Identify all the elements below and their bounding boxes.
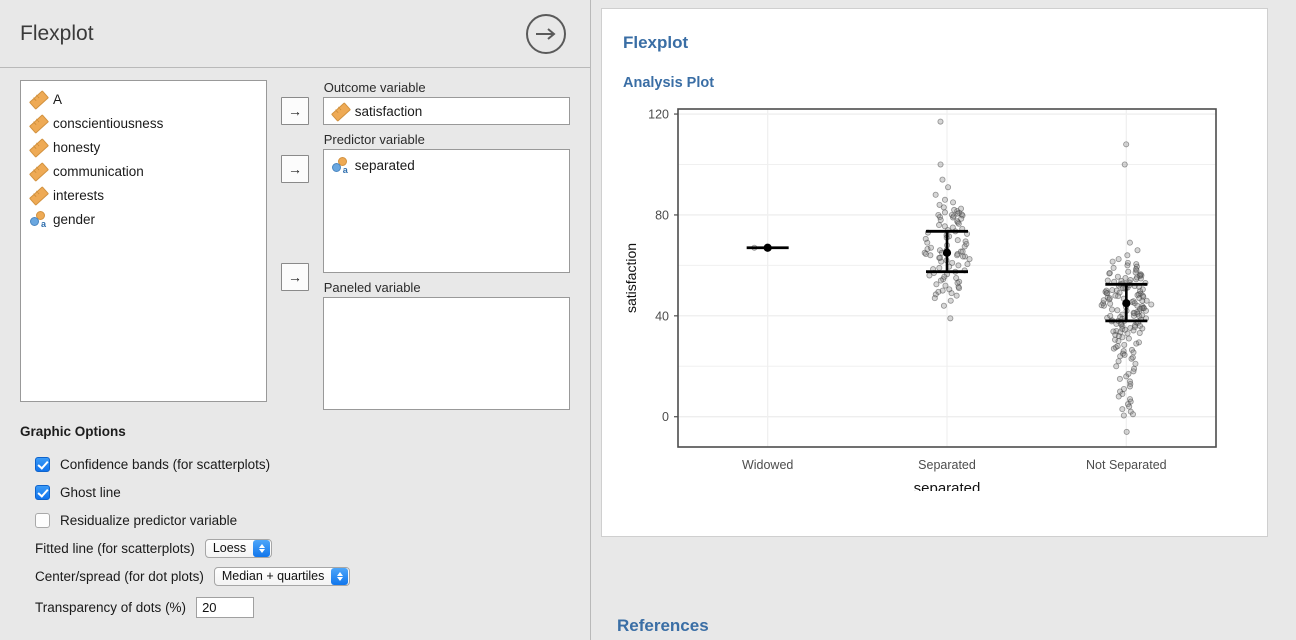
checkbox-label: Ghost line — [60, 484, 121, 500]
fitted-line-label: Fitted line (for scatterplots) — [35, 540, 195, 556]
predictor-variable-box[interactable]: a separated — [322, 149, 570, 273]
continuous-ruler-icon — [30, 139, 46, 155]
chevron-updown-icon[interactable] — [253, 539, 271, 557]
svg-text:satisfaction: satisfaction — [623, 243, 639, 313]
analysis-plot: 0 40 80 120 Widowed Separated Not Separated sep… — [620, 101, 1240, 491]
nominal-icon: a — [331, 157, 348, 175]
svg-text:80: 80 — [655, 208, 669, 222]
svg-text:Widowed: Widowed — [742, 458, 793, 472]
center-spread-select[interactable]: Median + quartiles — [213, 566, 351, 586]
results-card: Flexplot Analysis Plot 0 40 80 120 Widowed Se… — [601, 8, 1268, 537]
option-transparency: Transparency of dots (%) 20 — [20, 593, 570, 621]
list-item[interactable]: a gender — [21, 207, 266, 231]
assign-paneled-button[interactable]: → — [281, 263, 309, 291]
list-item[interactable]: honesty — [21, 135, 266, 159]
references-title: References — [617, 616, 709, 635]
chevron-updown-icon[interactable] — [331, 567, 349, 585]
list-item[interactable]: communication — [21, 159, 266, 183]
analysis-plot-title: Analysis Plot — [623, 75, 715, 91]
target-fields-column: Outcome variable satisfaction Predictor … — [322, 80, 570, 410]
page-title: Flexplot — [20, 21, 94, 45]
transparency-label: Transparency of dots (%) — [35, 599, 187, 615]
list-item-label: communication — [53, 163, 144, 179]
checkbox-ghost-line[interactable] — [35, 484, 50, 500]
assign-outcome-button[interactable]: → — [281, 97, 309, 125]
list-item-label: satisfaction — [354, 103, 423, 119]
select-value: Median + quartiles — [221, 569, 325, 583]
paneled-variable-box[interactable] — [322, 297, 570, 410]
option-residualize-predictor[interactable]: Residualize predictor variable — [20, 506, 570, 534]
continuous-ruler-icon — [332, 103, 348, 119]
svg-text:Not Separated: Not Separated — [1086, 458, 1167, 472]
flexplot-app: Flexplot A conscientiousness honesty com… — [0, 0, 1296, 640]
svg-text:separated: separated — [914, 480, 981, 491]
svg-text:40: 40 — [655, 309, 669, 323]
nominal-icon: a — [30, 211, 46, 229]
select-value: Loess — [212, 541, 247, 555]
center-spread-label: Center/spread (for dot plots) — [35, 568, 204, 584]
svg-text:0: 0 — [662, 410, 669, 424]
options-panel: Flexplot A conscientiousness honesty com… — [0, 0, 591, 640]
continuous-ruler-icon — [30, 115, 46, 131]
arrow-right-circle-icon[interactable] — [526, 14, 566, 54]
transparency-input[interactable]: 20 — [196, 596, 255, 618]
svg-text:120: 120 — [648, 108, 669, 122]
assign-buttons-column: → → → — [267, 80, 322, 410]
variable-assignment-row: A conscientiousness honesty communicatio… — [20, 80, 570, 410]
outcome-variable-box[interactable]: satisfaction — [322, 97, 570, 125]
list-item-label: conscientiousness — [53, 115, 164, 131]
assign-predictor-button[interactable]: → — [281, 155, 309, 183]
option-center-spread: Center/spread (for dot plots) Median + q… — [20, 562, 570, 590]
continuous-ruler-icon — [30, 91, 46, 107]
option-confidence-bands[interactable]: Confidence bands (for scatterplots) — [20, 450, 570, 478]
checkbox-residualize-predictor[interactable] — [35, 512, 50, 528]
predictor-variable-label: Predictor variable — [323, 132, 425, 147]
continuous-ruler-icon — [30, 163, 46, 179]
continuous-ruler-icon — [30, 187, 46, 203]
results-title: Flexplot — [623, 33, 689, 52]
checkbox-label: Confidence bands (for scatterplots) — [60, 456, 271, 472]
variable-list[interactable]: A conscientiousness honesty communicatio… — [20, 80, 268, 402]
graphic-options-title: Graphic Options — [20, 424, 126, 439]
fitted-line-select[interactable]: Loess — [204, 538, 273, 558]
option-fitted-line: Fitted line (for scatterplots) Loess — [20, 534, 570, 562]
analysis-plot-svg: 0 40 80 120 Widowed Separated Not Separated sep… — [623, 108, 1217, 491]
svg-text:Separated: Separated — [918, 458, 976, 472]
list-item-label: honesty — [53, 139, 101, 155]
checkbox-label: Residualize predictor variable — [60, 512, 238, 528]
results-panel: Flexplot Analysis Plot 0 40 80 120 Widowed Se… — [591, 0, 1296, 640]
panel-body: A conscientiousness honesty communicatio… — [0, 68, 590, 621]
list-item[interactable]: a separated — [324, 155, 569, 175]
list-item[interactable]: interests — [21, 183, 266, 207]
graphic-options-section: Graphic Options Confidence bands (for sc… — [20, 424, 570, 621]
list-item[interactable]: conscientiousness — [21, 111, 266, 135]
list-item-label: separated — [354, 157, 415, 173]
panel-header: Flexplot — [0, 0, 590, 68]
list-item-label: interests — [53, 187, 105, 203]
list-item[interactable]: satisfaction — [324, 101, 569, 121]
list-item-label: A — [53, 91, 63, 107]
list-item-label: gender — [53, 211, 96, 227]
checkbox-confidence-bands[interactable] — [35, 456, 50, 472]
outcome-variable-label: Outcome variable — [323, 80, 426, 95]
list-item[interactable]: A — [21, 87, 266, 111]
option-ghost-line[interactable]: Ghost line — [20, 478, 570, 506]
paneled-variable-label: Paneled variable — [323, 280, 421, 295]
